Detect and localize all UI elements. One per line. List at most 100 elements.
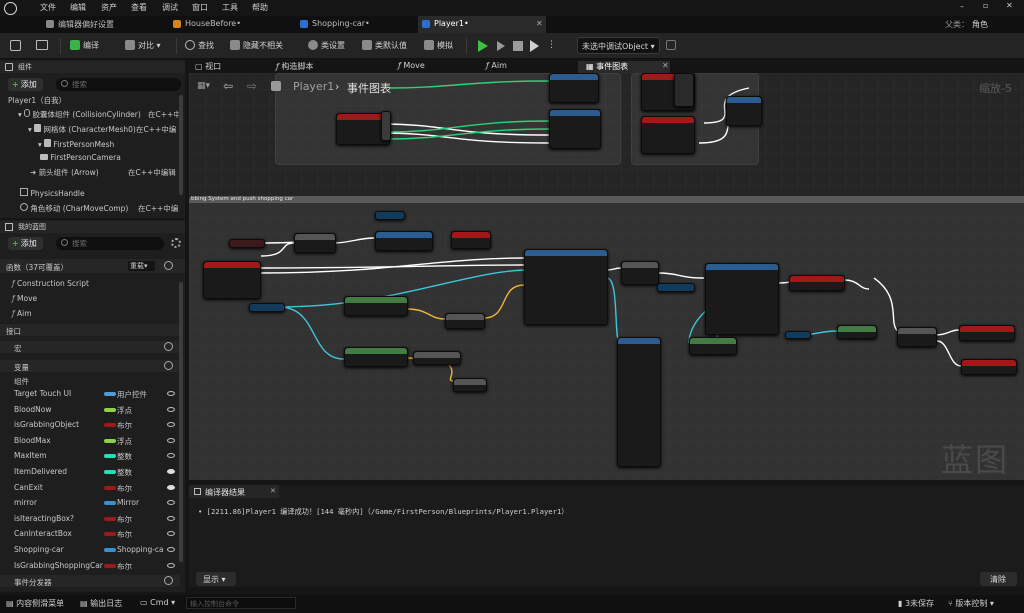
variable-item[interactable]: ItemDelivered xyxy=(14,467,67,476)
function-node[interactable] xyxy=(689,337,737,355)
unreal-logo-icon[interactable] xyxy=(4,2,17,15)
variable-item[interactable]: Target Touch UI xyxy=(14,389,71,398)
interfaces-category[interactable] xyxy=(0,324,180,336)
components-scrollbar[interactable] xyxy=(179,95,183,195)
component-tree-item[interactable]: ➜ 箭头组件 (Arrow) xyxy=(30,167,99,178)
function-node[interactable] xyxy=(344,347,408,367)
my-blueprint-search-input[interactable]: 搜索 xyxy=(56,237,164,250)
getter-node[interactable] xyxy=(785,331,811,339)
variable-item[interactable]: BloodMax xyxy=(14,436,51,445)
set-node[interactable] xyxy=(959,325,1015,341)
visibility-eye-icon[interactable] xyxy=(167,391,175,396)
browse-icon[interactable] xyxy=(36,40,48,50)
tab-viewport[interactable]: ▢ 视口 xyxy=(195,61,221,73)
compiler-results-tab[interactable]: 编译器结果 xyxy=(189,485,279,498)
maximize-icon[interactable]: ▫ xyxy=(983,1,988,10)
class-settings-button[interactable]: 类设置 xyxy=(308,39,345,53)
visibility-eye-icon[interactable] xyxy=(167,484,175,490)
minimize-icon[interactable]: – xyxy=(960,2,964,11)
variable-node[interactable] xyxy=(375,211,405,220)
forward-arrow-icon[interactable]: ⇨ xyxy=(247,79,257,93)
visibility-eye-icon[interactable] xyxy=(167,437,175,443)
variable-item[interactable]: CanExit xyxy=(14,483,43,492)
override-select[interactable]: 重载▾ xyxy=(128,261,155,271)
event-node[interactable] xyxy=(203,261,261,299)
break-hit-node[interactable] xyxy=(617,337,661,467)
menu-debug[interactable]: 调试 xyxy=(162,2,178,13)
variable-item[interactable]: Shopping-car xyxy=(14,545,64,554)
visibility-eye-icon[interactable] xyxy=(167,515,175,521)
variable-type[interactable]: 整数 xyxy=(117,467,132,478)
variable-item[interactable]: mirror xyxy=(14,498,37,507)
debug-filter-icon[interactable] xyxy=(666,40,676,50)
components-add-button[interactable]: + 添加 xyxy=(8,78,43,91)
function-item[interactable]: ƒ Move xyxy=(12,294,37,303)
variable-type[interactable]: 布尔 xyxy=(117,529,132,540)
add-macro-icon[interactable] xyxy=(164,342,173,351)
math-node[interactable] xyxy=(413,351,461,365)
tab-construction-script[interactable]: ƒ 构造脚本 xyxy=(276,61,313,73)
menu-window[interactable]: 窗口 xyxy=(192,2,208,13)
set-node[interactable] xyxy=(451,231,491,249)
branch-node[interactable] xyxy=(897,327,937,347)
debug-object-select[interactable]: 未选中调试Object ▾ xyxy=(577,37,660,54)
console-input[interactable]: 输入控制台命令 xyxy=(186,597,296,609)
class-defaults-button[interactable]: 类默认值 xyxy=(362,39,407,53)
function-item[interactable]: ƒ Aim xyxy=(12,309,32,318)
line-trace-node[interactable] xyxy=(524,249,608,325)
menu-assets[interactable]: 资产 xyxy=(101,2,117,13)
component-tree-item[interactable]: Player1（自我） xyxy=(8,95,66,106)
variable-type[interactable]: 布尔 xyxy=(117,420,132,431)
tab-close-icon[interactable]: ✕ xyxy=(536,19,543,28)
visibility-eye-icon[interactable] xyxy=(167,406,175,412)
content-drawer-button[interactable]: ▤ 内容侧滑菜单 xyxy=(6,598,64,609)
branch-node[interactable] xyxy=(621,261,659,285)
function-node[interactable] xyxy=(549,109,601,149)
menu-help[interactable]: 帮助 xyxy=(252,2,268,13)
tab-player1[interactable]: Player1• ✕ xyxy=(418,16,546,33)
branch-node[interactable] xyxy=(294,233,336,253)
hide-unrelated-button[interactable]: 隐藏不相关 xyxy=(230,39,283,53)
variable-type[interactable]: Mirror xyxy=(117,498,139,507)
my-blueprint-add-button[interactable]: + 添加 xyxy=(8,237,43,250)
set-node[interactable] xyxy=(789,275,845,291)
component-tree-item[interactable]: FirstPersonCamera xyxy=(40,153,121,162)
add-dispatcher-icon[interactable] xyxy=(164,576,173,585)
visibility-eye-icon[interactable] xyxy=(167,469,175,474)
variable-type[interactable]: 布尔 xyxy=(117,483,132,494)
component-tree-item[interactable]: ▾ 网格体 (CharacterMesh0) xyxy=(28,124,136,135)
my-blueprint-scrollbar[interactable] xyxy=(179,282,183,562)
gear-icon[interactable] xyxy=(171,238,181,248)
variable-item[interactable]: IsGrabbingShoppingCar xyxy=(14,561,103,570)
variable-item[interactable]: CanInteractBox xyxy=(14,529,72,538)
macros-category[interactable] xyxy=(0,341,180,353)
cmd-dropdown[interactable]: ▭ Cmd ▾ xyxy=(140,598,175,607)
function-node[interactable] xyxy=(344,296,408,316)
compiler-results-close-icon[interactable]: ✕ xyxy=(270,487,276,495)
output-log-button[interactable]: ▤ 输出日志 xyxy=(80,598,122,609)
variable-type[interactable]: 布尔 xyxy=(117,514,132,525)
cast-node[interactable] xyxy=(837,325,877,339)
tab-housebefore[interactable]: HouseBefore• xyxy=(173,16,288,33)
step-icon[interactable] xyxy=(497,41,505,51)
menu-file[interactable]: 文件 xyxy=(40,2,56,13)
clear-button[interactable]: 清除 xyxy=(980,572,1017,586)
parent-class-value[interactable]: 角色 xyxy=(972,19,988,30)
tab-aim[interactable]: ƒ Aim xyxy=(486,61,507,73)
tab-move[interactable]: ƒ Move xyxy=(398,61,425,73)
show-dropdown[interactable]: 显示 ▾ xyxy=(196,572,236,586)
tab-close-icon[interactable]: ✕ xyxy=(662,61,669,70)
play-icon[interactable] xyxy=(478,40,488,52)
variable-type[interactable]: 浮点 xyxy=(117,405,132,416)
simulate-button[interactable]: 模拟 xyxy=(424,39,453,53)
components-search-input[interactable]: 搜索 xyxy=(56,78,181,91)
close-icon[interactable]: ✕ xyxy=(1006,1,1013,10)
menu-edit[interactable]: 编辑 xyxy=(70,2,86,13)
unsaved-button[interactable]: ▮ 3未保存 xyxy=(898,598,934,609)
tab-shopping-car[interactable]: Shopping-car• xyxy=(300,16,410,33)
function-node[interactable] xyxy=(674,73,694,107)
component-tree-item[interactable]: ▾ 胶囊体组件 (CollisionCylinder) xyxy=(18,109,141,120)
component-tree-item[interactable]: 角色移动 (CharMoveComp) xyxy=(20,203,128,214)
getter-node[interactable] xyxy=(657,283,695,292)
find-button[interactable]: 查找 xyxy=(185,39,214,53)
